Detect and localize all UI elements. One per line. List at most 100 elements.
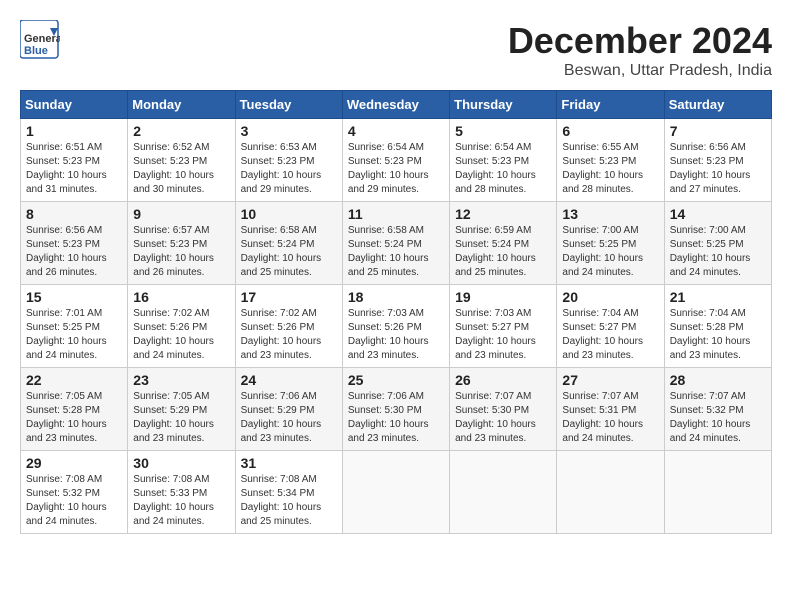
calendar-cell: [664, 451, 771, 534]
day-info: Sunrise: 7:07 AM Sunset: 5:31 PM Dayligh…: [562, 390, 658, 446]
calendar-cell: 2 Sunrise: 6:52 AM Sunset: 5:23 PM Daylig…: [128, 119, 235, 202]
day-info: Sunrise: 7:08 AM Sunset: 5:32 PM Dayligh…: [26, 473, 122, 529]
day-number: 16: [133, 289, 229, 305]
day-number: 7: [670, 123, 766, 139]
day-info: Sunrise: 6:53 AM Sunset: 5:23 PM Dayligh…: [241, 141, 337, 197]
calendar-cell: 10 Sunrise: 6:58 AM Sunset: 5:24 PM Dayli…: [235, 202, 342, 285]
logo: General Blue: [20, 20, 64, 60]
calendar-cell: 11 Sunrise: 6:58 AM Sunset: 5:24 PM Dayli…: [342, 202, 449, 285]
day-number: 6: [562, 123, 658, 139]
day-info: Sunrise: 6:56 AM Sunset: 5:23 PM Dayligh…: [670, 141, 766, 197]
day-number: 1: [26, 123, 122, 139]
calendar-cell: 13Sunrise: 7:00 AM Sunset: 5:25 PM Dayli…: [557, 202, 664, 285]
calendar-cell: 5Sunrise: 6:54 AM Sunset: 5:23 PM Daylig…: [450, 119, 557, 202]
calendar-cell: 8 Sunrise: 6:56 AM Sunset: 5:23 PM Daylig…: [21, 202, 128, 285]
calendar-cell: 4 Sunrise: 6:54 AM Sunset: 5:23 PM Daylig…: [342, 119, 449, 202]
day-info: Sunrise: 7:00 AM Sunset: 5:25 PM Dayligh…: [670, 224, 766, 280]
day-number: 14: [670, 206, 766, 222]
weekday-header-saturday: Saturday: [664, 91, 771, 119]
day-number: 8: [26, 206, 122, 222]
calendar-cell: 19 Sunrise: 7:03 AM Sunset: 5:27 PM Dayli…: [450, 285, 557, 368]
calendar-cell: 24Sunrise: 7:06 AM Sunset: 5:29 PM Dayli…: [235, 368, 342, 451]
day-number: 24: [241, 372, 337, 388]
weekday-header-sunday: Sunday: [21, 91, 128, 119]
day-number: 10: [241, 206, 337, 222]
calendar-week-1: 1 Sunrise: 6:51 AM Sunset: 5:23 PM Daylig…: [21, 119, 772, 202]
day-number: 12: [455, 206, 551, 222]
calendar-cell: 20Sunrise: 7:04 AM Sunset: 5:27 PM Dayli…: [557, 285, 664, 368]
day-info: Sunrise: 7:07 AM Sunset: 5:30 PM Dayligh…: [455, 390, 551, 446]
calendar-cell: 31 Sunrise: 7:08 AM Sunset: 5:34 PM Dayli…: [235, 451, 342, 534]
calendar-cell: 9 Sunrise: 6:57 AM Sunset: 5:23 PM Daylig…: [128, 202, 235, 285]
day-number: 15: [26, 289, 122, 305]
weekday-header-friday: Friday: [557, 91, 664, 119]
calendar-cell: 23 Sunrise: 7:05 AM Sunset: 5:29 PM Dayli…: [128, 368, 235, 451]
day-number: 9: [133, 206, 229, 222]
day-number: 30: [133, 455, 229, 471]
calendar-cell: 15 Sunrise: 7:01 AM Sunset: 5:25 PM Dayli…: [21, 285, 128, 368]
weekday-header-tuesday: Tuesday: [235, 91, 342, 119]
calendar-cell: 17 Sunrise: 7:02 AM Sunset: 5:26 PM Dayli…: [235, 285, 342, 368]
day-info: Sunrise: 6:52 AM Sunset: 5:23 PM Dayligh…: [133, 141, 229, 197]
day-info: Sunrise: 6:58 AM Sunset: 5:24 PM Dayligh…: [241, 224, 337, 280]
day-info: Sunrise: 7:02 AM Sunset: 5:26 PM Dayligh…: [241, 307, 337, 363]
calendar-cell: 12 Sunrise: 6:59 AM Sunset: 5:24 PM Dayli…: [450, 202, 557, 285]
day-info: Sunrise: 7:03 AM Sunset: 5:26 PM Dayligh…: [348, 307, 444, 363]
calendar-week-4: 22 Sunrise: 7:05 AM Sunset: 5:28 PM Dayli…: [21, 368, 772, 451]
day-number: 21: [670, 289, 766, 305]
weekday-header-wednesday: Wednesday: [342, 91, 449, 119]
calendar-header-row: SundayMondayTuesdayWednesdayThursdayFrid…: [21, 91, 772, 119]
day-number: 25: [348, 372, 444, 388]
day-info: Sunrise: 7:08 AM Sunset: 5:33 PM Dayligh…: [133, 473, 229, 529]
day-info: Sunrise: 6:57 AM Sunset: 5:23 PM Dayligh…: [133, 224, 229, 280]
svg-text:Blue: Blue: [24, 45, 48, 57]
day-info: Sunrise: 6:51 AM Sunset: 5:23 PM Dayligh…: [26, 141, 122, 197]
day-number: 17: [241, 289, 337, 305]
day-number: 29: [26, 455, 122, 471]
day-info: Sunrise: 7:05 AM Sunset: 5:29 PM Dayligh…: [133, 390, 229, 446]
calendar-cell: 14 Sunrise: 7:00 AM Sunset: 5:25 PM Dayli…: [664, 202, 771, 285]
calendar-cell: 16Sunrise: 7:02 AM Sunset: 5:26 PM Dayli…: [128, 285, 235, 368]
day-number: 2: [133, 123, 229, 139]
day-info: Sunrise: 7:00 AM Sunset: 5:25 PM Dayligh…: [562, 224, 658, 280]
day-info: Sunrise: 6:58 AM Sunset: 5:24 PM Dayligh…: [348, 224, 444, 280]
day-number: 31: [241, 455, 337, 471]
calendar-table: SundayMondayTuesdayWednesdayThursdayFrid…: [20, 90, 772, 534]
day-info: Sunrise: 6:54 AM Sunset: 5:23 PM Dayligh…: [348, 141, 444, 197]
calendar-week-2: 8 Sunrise: 6:56 AM Sunset: 5:23 PM Daylig…: [21, 202, 772, 285]
weekday-header-monday: Monday: [128, 91, 235, 119]
calendar-cell: 18 Sunrise: 7:03 AM Sunset: 5:26 PM Dayli…: [342, 285, 449, 368]
day-number: 27: [562, 372, 658, 388]
day-number: 19: [455, 289, 551, 305]
day-number: 23: [133, 372, 229, 388]
calendar-cell: 25 Sunrise: 7:06 AM Sunset: 5:30 PM Dayli…: [342, 368, 449, 451]
calendar-cell: 26Sunrise: 7:07 AM Sunset: 5:30 PM Dayli…: [450, 368, 557, 451]
calendar-cell: 3 Sunrise: 6:53 AM Sunset: 5:23 PM Daylig…: [235, 119, 342, 202]
day-info: Sunrise: 6:56 AM Sunset: 5:23 PM Dayligh…: [26, 224, 122, 280]
calendar-cell: [342, 451, 449, 534]
title-block: December 2024 Beswan, Uttar Pradesh, Ind…: [508, 20, 772, 80]
day-number: 11: [348, 206, 444, 222]
calendar-cell: 7 Sunrise: 6:56 AM Sunset: 5:23 PM Daylig…: [664, 119, 771, 202]
day-info: Sunrise: 7:03 AM Sunset: 5:27 PM Dayligh…: [455, 307, 551, 363]
day-info: Sunrise: 7:01 AM Sunset: 5:25 PM Dayligh…: [26, 307, 122, 363]
day-number: 22: [26, 372, 122, 388]
location: Beswan, Uttar Pradesh, India: [508, 62, 772, 80]
calendar-week-3: 15 Sunrise: 7:01 AM Sunset: 5:25 PM Dayli…: [21, 285, 772, 368]
day-info: Sunrise: 6:59 AM Sunset: 5:24 PM Dayligh…: [455, 224, 551, 280]
calendar-cell: 27 Sunrise: 7:07 AM Sunset: 5:31 PM Dayli…: [557, 368, 664, 451]
day-info: Sunrise: 7:04 AM Sunset: 5:27 PM Dayligh…: [562, 307, 658, 363]
calendar-cell: 22 Sunrise: 7:05 AM Sunset: 5:28 PM Dayli…: [21, 368, 128, 451]
day-info: Sunrise: 7:08 AM Sunset: 5:34 PM Dayligh…: [241, 473, 337, 529]
day-number: 3: [241, 123, 337, 139]
day-info: Sunrise: 7:05 AM Sunset: 5:28 PM Dayligh…: [26, 390, 122, 446]
calendar-cell: 1 Sunrise: 6:51 AM Sunset: 5:23 PM Daylig…: [21, 119, 128, 202]
weekday-header-thursday: Thursday: [450, 91, 557, 119]
month-year: December 2024: [508, 20, 772, 62]
day-info: Sunrise: 7:06 AM Sunset: 5:30 PM Dayligh…: [348, 390, 444, 446]
day-number: 4: [348, 123, 444, 139]
day-info: Sunrise: 7:04 AM Sunset: 5:28 PM Dayligh…: [670, 307, 766, 363]
calendar-cell: 28Sunrise: 7:07 AM Sunset: 5:32 PM Dayli…: [664, 368, 771, 451]
day-number: 18: [348, 289, 444, 305]
calendar-cell: 21 Sunrise: 7:04 AM Sunset: 5:28 PM Dayli…: [664, 285, 771, 368]
